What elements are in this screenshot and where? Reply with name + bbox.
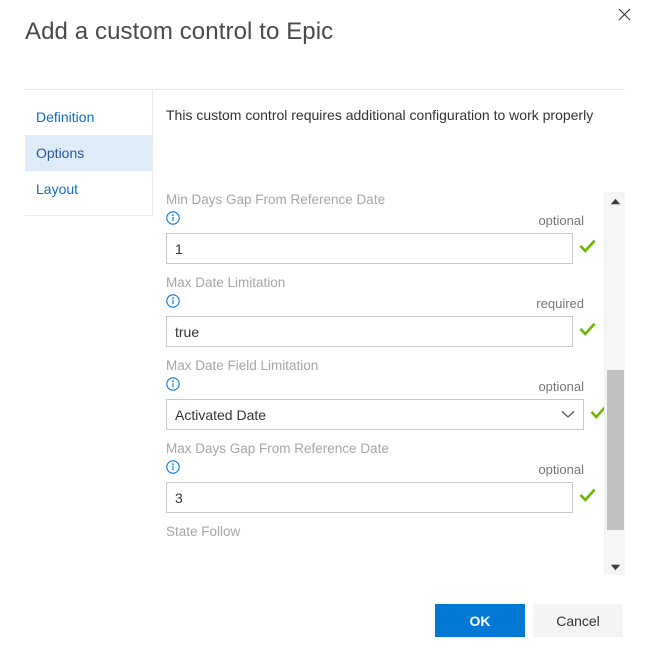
tab-layout-label: Layout (36, 181, 78, 197)
scroll-up-button[interactable] (605, 192, 626, 209)
tab-options-label: Options (36, 145, 84, 161)
tab-options[interactable]: Options (25, 135, 152, 171)
tab-definition[interactable]: Definition (25, 99, 152, 135)
cancel-button[interactable]: Cancel (533, 604, 623, 637)
field-label: Max Date Field Limitation (166, 358, 596, 373)
field-control-row (166, 233, 596, 264)
field-label: Min Days Gap From Reference Date (166, 192, 596, 207)
field-requirement: required (536, 296, 584, 311)
field-requirement: optional (538, 213, 584, 228)
max-date-limitation-input[interactable] (166, 316, 573, 347)
field-max-date-limitation: Max Date Limitation required (166, 275, 596, 347)
info-icon[interactable] (166, 294, 180, 313)
field-label: Max Date Limitation (166, 275, 596, 290)
field-meta: required (166, 294, 584, 313)
options-list: Min Days Gap From Reference Date optiona… (166, 192, 596, 539)
field-meta: optional (166, 460, 584, 479)
info-icon[interactable] (166, 211, 180, 230)
min-days-gap-input[interactable] (166, 233, 573, 264)
field-requirement: optional (538, 462, 584, 477)
options-scroll-viewport: Min Days Gap From Reference Date optiona… (166, 192, 625, 575)
check-icon (579, 487, 596, 509)
check-icon (579, 238, 596, 260)
dialog-footer: OK Cancel (0, 582, 649, 663)
field-max-days-gap-from-reference-date: Max Days Gap From Reference Date optiona… (166, 441, 596, 513)
check-icon (579, 321, 596, 343)
field-min-days-gap-from-reference-date: Min Days Gap From Reference Date optiona… (166, 192, 596, 264)
close-button[interactable] (608, 0, 641, 28)
field-control-row (166, 316, 596, 347)
scroll-down-button[interactable] (605, 558, 626, 575)
triangle-up-icon (610, 192, 621, 210)
tab-definition-label: Definition (36, 109, 94, 125)
field-max-date-field-limitation: Max Date Field Limitation optional (166, 358, 596, 430)
max-date-field-limitation-select[interactable] (166, 399, 584, 430)
tab-list: Definition Options Layout (25, 90, 153, 216)
page-title: Add a custom control to Epic (25, 18, 333, 46)
info-icon[interactable] (166, 460, 180, 479)
options-scrollbar[interactable] (604, 192, 625, 575)
triangle-down-icon (610, 558, 621, 576)
tab-layout[interactable]: Layout (25, 171, 152, 207)
field-requirement: optional (538, 379, 584, 394)
scrollbar-thumb[interactable] (607, 370, 624, 530)
field-meta: optional (166, 377, 584, 396)
field-label-state-follow: State Follow (166, 524, 596, 539)
field-control-row (166, 482, 596, 513)
field-control-row (166, 399, 596, 430)
info-icon[interactable] (166, 377, 180, 396)
field-label: Max Days Gap From Reference Date (166, 441, 596, 456)
max-date-field-limitation-value[interactable] (166, 399, 584, 430)
content-intro-text: This custom control requires additional … (166, 107, 593, 123)
close-icon (618, 8, 631, 21)
field-meta: optional (166, 211, 584, 230)
ok-button[interactable]: OK (435, 604, 525, 637)
max-days-gap-input[interactable] (166, 482, 573, 513)
content-pane: This custom control requires additional … (154, 90, 625, 575)
